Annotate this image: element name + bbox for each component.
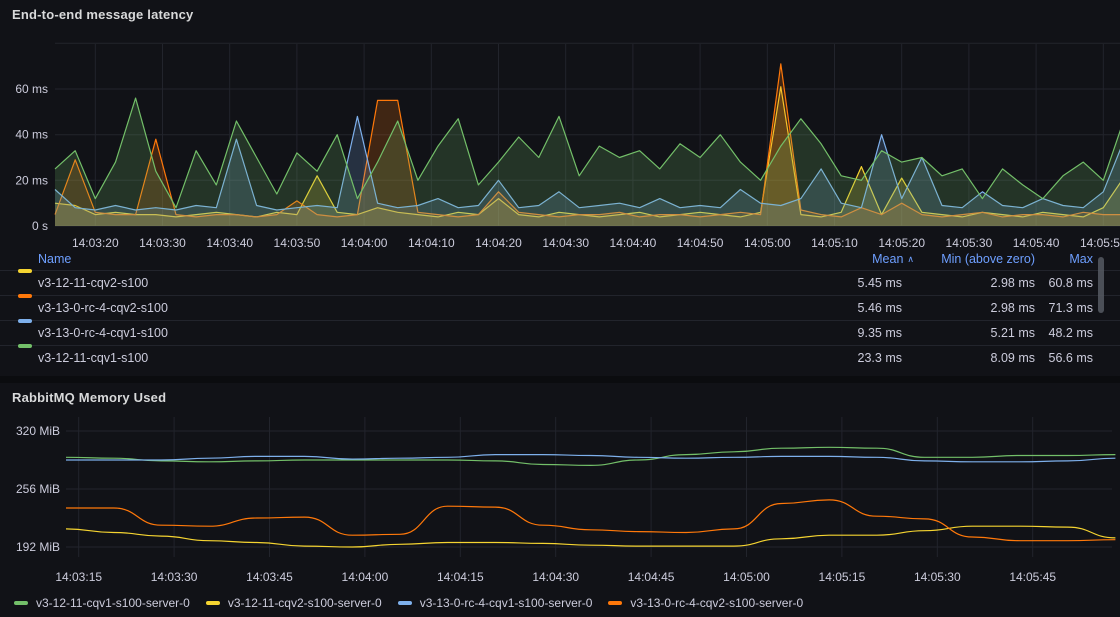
series-name[interactable]: v3-12-11-cqv1-s100 <box>38 346 148 370</box>
y-axis-tick-label: 256 MiB <box>16 482 60 496</box>
max-value: 48.2 ms <box>1049 321 1093 345</box>
mean-value: 23.3 ms <box>858 346 902 370</box>
column-header-max[interactable]: Max <box>1069 248 1093 270</box>
x-axis-tick-label: 14:03:15 <box>55 570 102 584</box>
panel-title-memory: RabbitMQ Memory Used <box>12 390 166 405</box>
y-axis-tick-label: 0 s <box>32 219 48 233</box>
memory-chart[interactable]: 192 MiB 256 MiB 320 MiB 14:03:15 14:03:30 14:… <box>0 405 1120 597</box>
series-color-swatch[interactable] <box>18 344 32 348</box>
table-row: v3-13-0-rc-4-cqv1-s100 9.35 ms 5.21 ms 48.2… <box>0 320 1120 345</box>
x-axis-tick-label: 14:04:15 <box>437 570 484 584</box>
min-value: 5.21 ms <box>991 321 1035 345</box>
x-axis-tick-label: 14:05:30 <box>914 570 961 584</box>
y-axis-tick-label: 40 ms <box>15 128 48 142</box>
legend-item[interactable]: v3-13-0-rc-4-cqv1-s100-server-0 <box>398 596 593 610</box>
table-scrollbar[interactable] <box>1098 257 1104 313</box>
legend-table-header-row: Name Mean∧ Min (above zero) Max <box>0 248 1120 270</box>
series-line-v3-13-0-rc-4-cqv2-s100-server-0 <box>66 500 1115 541</box>
mean-value: 9.35 ms <box>858 321 902 345</box>
legend-color-swatch <box>608 601 622 605</box>
panel-memory: RabbitMQ Memory Used 192 MiB 256 MiB 320 M… <box>0 383 1120 617</box>
sort-ascending-icon: ∧ <box>907 248 914 270</box>
min-value: 2.98 ms <box>991 296 1035 320</box>
max-value: 56.6 ms <box>1049 346 1093 370</box>
legend-label: v3-13-0-rc-4-cqv2-s100-server-0 <box>630 596 803 610</box>
legend-table: NameMean∧Min (above zero)Maxv3-12-11-cqv… <box>0 248 1120 370</box>
series-color-swatch[interactable] <box>18 319 32 323</box>
legend-item[interactable]: v3-12-11-cqv1-s100-server-0 <box>14 596 190 610</box>
series-color-swatch[interactable] <box>18 294 32 298</box>
legend-item[interactable]: v3-13-0-rc-4-cqv2-s100-server-0 <box>608 596 803 610</box>
table-row: v3-13-0-rc-4-cqv2-s100 5.46 ms 2.98 ms 71.3… <box>0 295 1120 320</box>
mean-value: 5.46 ms <box>858 296 902 320</box>
latency-chart[interactable]: 0 s20 ms40 ms60 ms14:03:2014:03:3014:03:… <box>0 0 1120 250</box>
panel-divider <box>0 376 1120 383</box>
panel-latency: End-to-end message latency 0 s20 ms40 ms… <box>0 0 1120 376</box>
legend-color-swatch <box>206 601 220 605</box>
x-axis-tick-label: 14:04:45 <box>628 570 675 584</box>
legend-color-swatch <box>398 601 412 605</box>
y-axis-tick-label: 192 MiB <box>16 540 60 554</box>
x-axis-tick-label: 14:04:00 <box>342 570 389 584</box>
series-color-swatch[interactable] <box>18 269 32 273</box>
legend-label: v3-12-11-cqv1-s100-server-0 <box>36 596 190 610</box>
y-axis-tick-label: 20 ms <box>15 173 48 187</box>
x-axis-tick-label: 14:04:30 <box>532 570 579 584</box>
series-area-v3-12-11-cqv1-s100 <box>55 98 1120 226</box>
mean-value: 5.45 ms <box>858 271 902 295</box>
table-row: v3-12-11-cqv1-s100 23.3 ms 8.09 ms 56.6 ms <box>0 345 1120 370</box>
series-name[interactable]: v3-13-0-rc-4-cqv2-s100 <box>38 296 168 320</box>
max-value: 60.8 ms <box>1049 271 1093 295</box>
table-row: v3-12-11-cqv2-s100 5.45 ms 2.98 ms 60.8 ms <box>0 270 1120 295</box>
series-name[interactable]: v3-12-11-cqv2-s100 <box>38 271 148 295</box>
x-axis-tick-label: 14:03:45 <box>246 570 293 584</box>
min-value: 8.09 ms <box>991 346 1035 370</box>
legend-color-swatch <box>14 601 28 605</box>
series-line-v3-12-11-cqv1-s100-server-0 <box>66 447 1115 465</box>
x-axis-tick-label: 14:05:15 <box>819 570 866 584</box>
min-value: 2.98 ms <box>991 271 1035 295</box>
column-header-name[interactable]: Name <box>38 248 71 270</box>
x-axis-tick-label: 14:03:30 <box>151 570 198 584</box>
memory-legend: v3-12-11-cqv1-s100-server-0 v3-12-11-cqv2… <box>14 596 803 610</box>
x-axis-tick-label: 14:05:45 <box>1009 570 1056 584</box>
legend-label: v3-12-11-cqv2-s100-server-0 <box>228 596 382 610</box>
legend-item[interactable]: v3-12-11-cqv2-s100-server-0 <box>206 596 382 610</box>
series-line-v3-13-0-rc-4-cqv1-s100-server-0 <box>66 455 1115 462</box>
series-name[interactable]: v3-13-0-rc-4-cqv1-s100 <box>38 321 168 345</box>
y-axis-tick-label: 320 MiB <box>16 424 60 438</box>
column-header-mean[interactable]: Mean∧ <box>872 248 914 271</box>
x-axis-tick-label: 14:05:00 <box>723 570 770 584</box>
y-axis-tick-label: 60 ms <box>15 82 48 96</box>
max-value: 71.3 ms <box>1049 296 1093 320</box>
column-header-min[interactable]: Min (above zero) <box>941 248 1035 270</box>
legend-label: v3-13-0-rc-4-cqv1-s100-server-0 <box>420 596 593 610</box>
